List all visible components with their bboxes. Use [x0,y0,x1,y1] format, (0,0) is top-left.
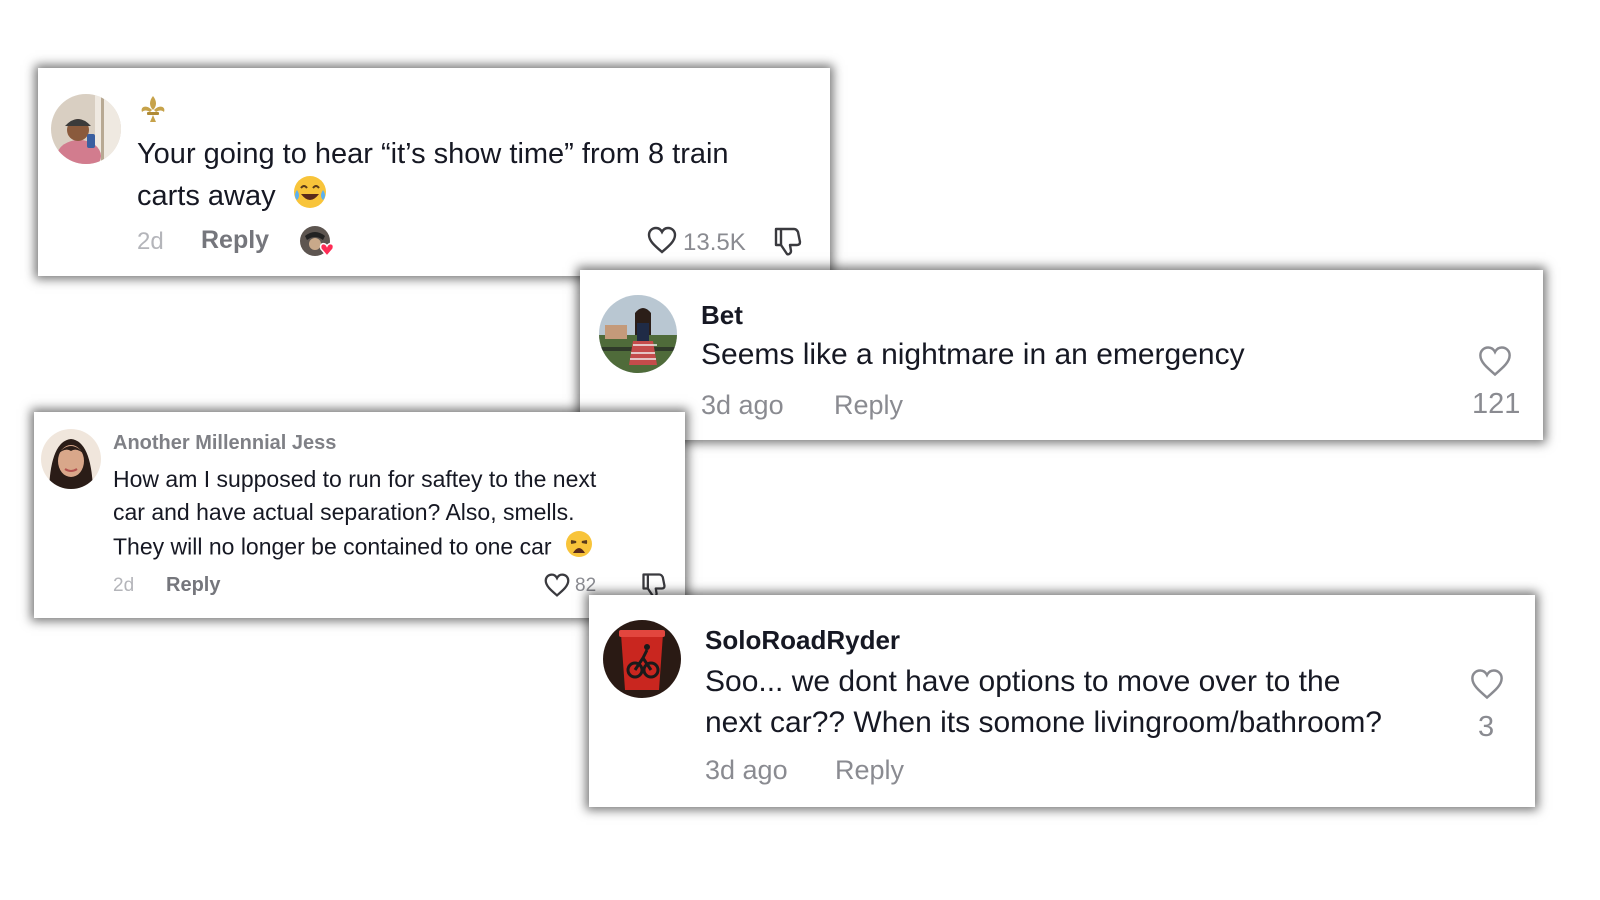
comment-text-line: Soo... we dont have options to move over… [705,665,1341,698]
like-count: 121 [1472,388,1521,420]
avatar[interactable] [41,429,101,489]
creator-liked-badge [299,224,337,260]
like-count: 82 [575,575,597,596]
like-heart-icon[interactable] [646,225,678,255]
reply-button[interactable]: Reply [835,755,904,786]
reply-button[interactable]: Reply [166,574,220,597]
comment-text: Seems like a nightmare in an emergency [701,338,1245,371]
fleur-de-lis-icon [138,94,168,124]
dislike-icon[interactable] [772,225,804,257]
like-heart-icon[interactable] [1477,344,1513,378]
reply-button[interactable]: Reply [834,390,903,421]
comment-text-line: next car?? When its somone livingroom/ba… [705,706,1382,739]
like-count: 3 [1478,711,1495,743]
comment-card-4: SoloRoadRyder Soo... we dont have option… [589,595,1535,807]
comment-time: 3d ago [701,390,784,420]
comment-text: Your going to hear “it’s show time” from… [137,134,729,221]
comment-text-line: How am I supposed to run for saftey to t… [113,466,597,492]
comment-time: 3d ago [705,755,788,785]
laughing-tears-emoji-icon [292,174,328,221]
comment-username[interactable]: SoloRoadRyder [705,625,900,656]
comment-text-line: carts away [137,180,276,213]
comment-text-line: They will no longer be contained to one … [113,533,552,560]
comment-text: How am I supposed to run for saftey to t… [113,463,596,568]
comment-card-2: Bet Seems like a nightmare in an emergen… [580,270,1543,440]
avatar[interactable] [599,295,677,373]
weary-face-emoji-icon [564,529,594,568]
avatar[interactable] [51,94,121,164]
like-heart-icon[interactable] [543,572,571,598]
comment-card-3: Another Millennial Jess How am I suppose… [34,412,685,618]
comment-username[interactable]: Bet [701,300,743,331]
comment-text-line: Your going to hear “it’s show time” from… [137,138,729,170]
avatar[interactable] [603,620,681,698]
like-count: 13.5K [683,229,746,256]
comment-card-1: Your going to hear “it’s show time” from… [38,68,830,276]
comment-time: 2d [137,228,164,255]
comment-text-line: car and have actual separation? Also, sm… [113,499,575,525]
comment-username[interactable]: Another Millennial Jess [113,432,336,455]
comment-text: Soo... we dont have options to move over… [705,661,1382,743]
reply-button[interactable]: Reply [201,226,269,255]
like-heart-icon[interactable] [1469,667,1505,701]
comment-time: 2d [113,575,135,596]
